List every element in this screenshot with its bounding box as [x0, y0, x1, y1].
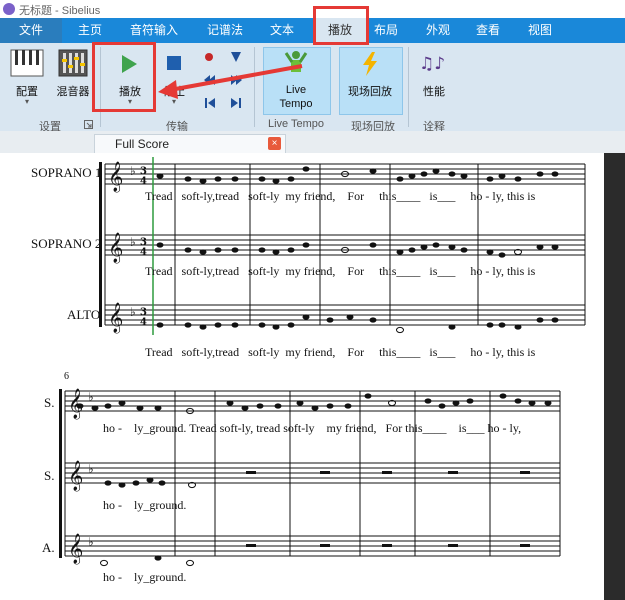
arrow-annotation: [158, 64, 303, 99]
